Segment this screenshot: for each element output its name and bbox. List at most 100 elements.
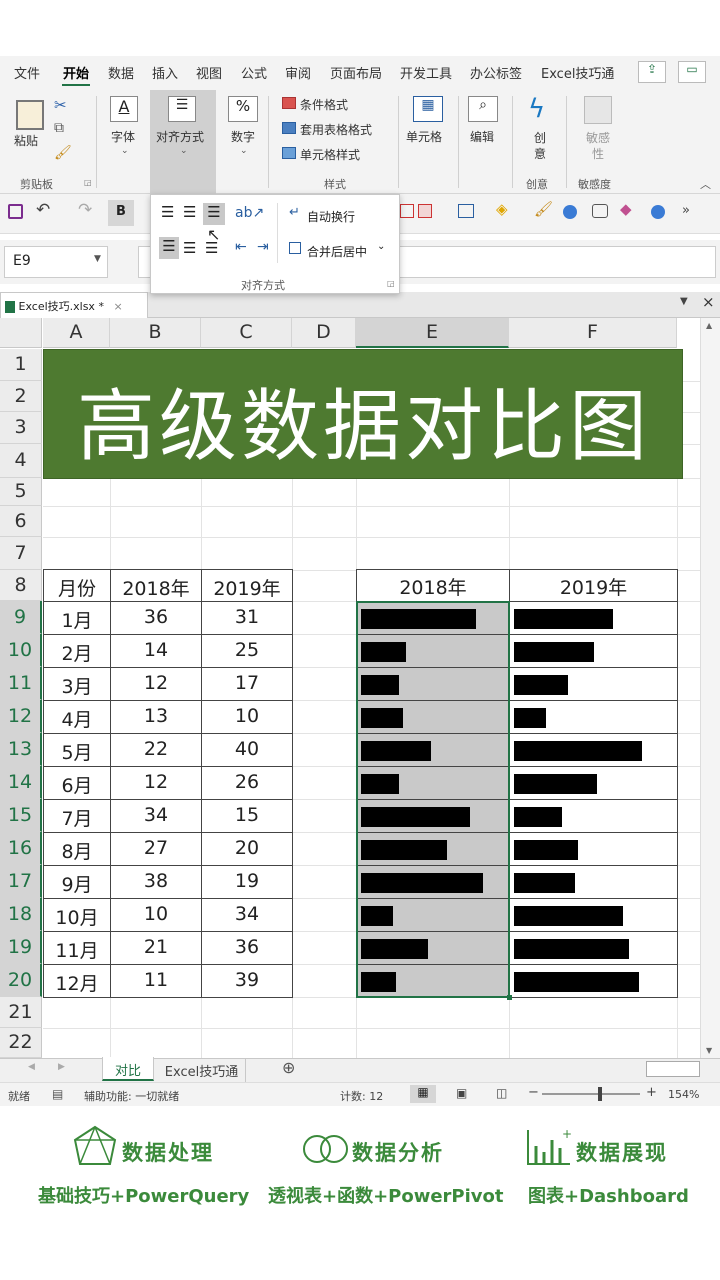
next-sheet-icon[interactable]: ▶ (58, 1062, 65, 1072)
table-cell[interactable]: 20 (201, 832, 293, 866)
more-icon[interactable]: » (682, 203, 690, 218)
add-sheet-icon[interactable]: ⊕ (282, 1058, 295, 1077)
percent-icon[interactable]: % (228, 96, 258, 122)
table-cell[interactable]: 4月 (43, 700, 111, 734)
row-header-3[interactable]: 3 (0, 412, 42, 444)
conditional-format-icon[interactable] (282, 97, 296, 109)
zoom-slider-thumb[interactable] (598, 1087, 602, 1101)
row-header-8[interactable]: 8 (0, 570, 42, 601)
table-cell[interactable]: 10月 (43, 898, 111, 932)
chevron-down-icon[interactable]: ⌄ (121, 146, 129, 156)
row-header-6[interactable]: 6 (0, 506, 42, 537)
row-header-4[interactable]: 4 (0, 444, 42, 478)
row-header-17[interactable]: 17 (0, 865, 42, 898)
row-header-1[interactable]: 1 (0, 349, 42, 381)
table-cell[interactable]: 38 (110, 865, 202, 899)
row-header-16[interactable]: 16 (0, 832, 42, 865)
table-cell[interactable]: 12月 (43, 964, 111, 998)
vertical-scrollbar[interactable]: ▲ ▼ (700, 318, 720, 1058)
align-bottom-icon[interactable]: ☰ (203, 203, 225, 225)
table-cell[interactable]: 14 (110, 634, 202, 668)
table-cell[interactable]: 36 (201, 931, 293, 965)
sensitivity-icon[interactable] (584, 96, 612, 124)
wrap-text-icon[interactable]: ↵ (289, 205, 300, 220)
bar-header-cell[interactable]: 2018年 (356, 569, 510, 602)
table-cell[interactable]: 10 (201, 700, 293, 734)
column-header-A[interactable]: A (43, 318, 110, 348)
merge-icon[interactable] (458, 204, 474, 218)
merge-center-label[interactable]: 合并后居中 (307, 243, 367, 260)
cut-icon[interactable]: ✂ (54, 96, 67, 114)
cells-icon[interactable]: ▦ (413, 96, 443, 122)
menu-insert[interactable]: 插入 (152, 63, 178, 82)
menu-file[interactable]: 文件 (14, 63, 40, 82)
fill-handle[interactable] (507, 995, 512, 1000)
menu-view[interactable]: 视图 (196, 63, 222, 82)
table-cell[interactable]: 21 (110, 931, 202, 965)
undo-icon[interactable]: ↶ (36, 200, 50, 220)
normal-view-icon[interactable]: ▦ (410, 1085, 436, 1103)
row-header-18[interactable]: 18 (0, 898, 42, 931)
menu-developer[interactable]: 开发工具 (400, 63, 452, 82)
table-cell[interactable]: 7月 (43, 799, 111, 833)
table-cell[interactable]: 10 (110, 898, 202, 932)
sensitivity-label[interactable]: 敏感性 (584, 130, 612, 162)
align-right-icon[interactable]: ☰ (205, 239, 218, 257)
table-cell[interactable]: 31 (201, 601, 293, 635)
file-tab[interactable]: Excel技巧.xlsx * × (0, 292, 148, 318)
cells-label[interactable]: 单元格 (406, 128, 442, 145)
align-middle-icon[interactable]: ☰ (183, 203, 196, 221)
zoom-slider[interactable] (542, 1093, 640, 1095)
horizontal-scrollbar[interactable] (646, 1061, 700, 1077)
menu-office-tab[interactable]: 办公标签 (470, 63, 522, 82)
menu-data[interactable]: 数据 (108, 63, 134, 82)
decrease-indent-icon[interactable]: ⇤ (235, 239, 247, 255)
border-all-icon[interactable] (418, 204, 432, 218)
macro-icon[interactable]: ▤ (52, 1087, 63, 1101)
circle-icon[interactable] (651, 205, 665, 219)
bar-header-cell[interactable]: 2019年 (509, 569, 678, 602)
increase-indent-icon[interactable]: ⇥ (257, 239, 269, 255)
menu-page-layout[interactable]: 页面布局 (330, 63, 382, 82)
edit-label[interactable]: 编辑 (470, 128, 494, 145)
font-label[interactable]: 字体 (111, 128, 135, 145)
menu-review[interactable]: 审阅 (285, 63, 311, 82)
accessibility-status[interactable]: 辅助功能: 一切就绪 (84, 1088, 179, 1104)
border-icon[interactable] (400, 204, 414, 218)
table-header-cell[interactable]: 月份 (43, 569, 111, 602)
collapse-ribbon-icon[interactable]: ︿ (700, 176, 711, 192)
menu-home[interactable]: 开始 (63, 63, 89, 82)
redo-icon[interactable]: ↷ (78, 200, 92, 220)
table-cell[interactable]: 39 (201, 964, 293, 998)
table-cell[interactable]: 17 (201, 667, 293, 701)
row-header-7[interactable]: 7 (0, 537, 42, 570)
row-header-2[interactable]: 2 (0, 381, 42, 412)
row-header-14[interactable]: 14 (0, 766, 42, 799)
close-icon[interactable]: × (702, 293, 715, 311)
column-header-F[interactable]: F (509, 318, 677, 348)
camera-icon[interactable] (592, 204, 608, 218)
number-label[interactable]: 数字 (231, 128, 255, 145)
align-left-icon[interactable]: ☰ (159, 237, 179, 259)
table-header-cell[interactable]: 2019年 (201, 569, 293, 602)
chevron-down-icon[interactable]: ⌄ (240, 146, 248, 156)
table-cell[interactable]: 15 (201, 799, 293, 833)
row-header-15[interactable]: 15 (0, 799, 42, 832)
table-cell[interactable]: 12 (110, 667, 202, 701)
circle-icon[interactable] (563, 205, 577, 219)
save-icon[interactable] (8, 204, 23, 219)
paste-icon[interactable] (16, 100, 44, 130)
table-cell[interactable]: 12 (110, 766, 202, 800)
dialog-launcher-icon[interactable]: ◲ (84, 178, 92, 187)
table-header-cell[interactable]: 2018年 (110, 569, 202, 602)
eraser-icon[interactable]: ◆ (620, 200, 632, 218)
orientation-icon[interactable]: ab↗ (235, 205, 264, 221)
table-cell[interactable]: 1月 (43, 601, 111, 635)
table-cell[interactable]: 26 (201, 766, 293, 800)
row-header-20[interactable]: 20 (0, 964, 42, 997)
zoom-out-icon[interactable]: − (528, 1085, 539, 1100)
row-header-10[interactable]: 10 (0, 634, 42, 667)
cell-style-icon[interactable] (282, 147, 296, 159)
chevron-down-icon[interactable]: ⌄ (180, 146, 188, 156)
column-header-C[interactable]: C (201, 318, 292, 348)
